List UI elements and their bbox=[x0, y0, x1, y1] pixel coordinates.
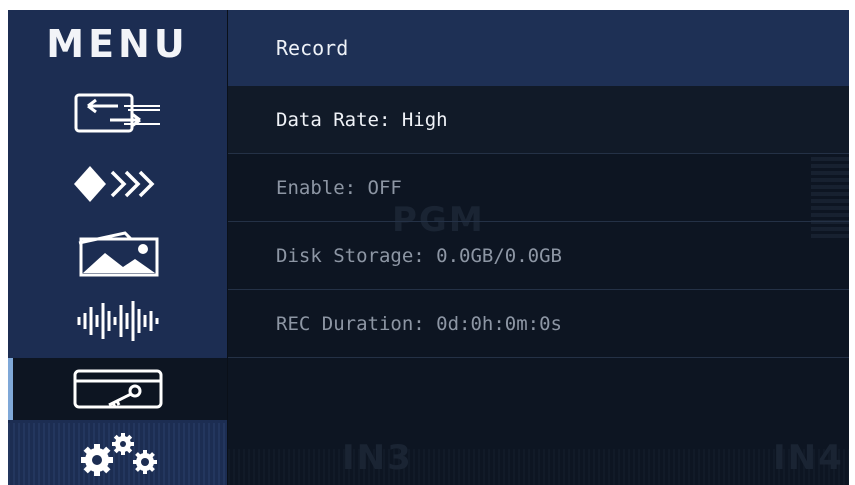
menu-row-label: Enable: OFF bbox=[276, 176, 402, 199]
in4-background-label: IN4 bbox=[773, 438, 844, 478]
sidebar-item-settings[interactable] bbox=[8, 423, 227, 485]
sidebar-item-input[interactable] bbox=[8, 82, 227, 144]
menu-title: MENU bbox=[46, 22, 189, 66]
device-screen: PGM IN3 IN4 MENU Record Data Rate: High … bbox=[8, 10, 849, 485]
menu-row-label: Data Rate: High bbox=[276, 108, 448, 131]
sidebar-item-audio[interactable] bbox=[8, 290, 227, 352]
input-switch-icon bbox=[74, 93, 160, 133]
picture-gallery-icon bbox=[78, 231, 158, 277]
transition-arrows-icon bbox=[73, 166, 154, 202]
selection-indicator bbox=[8, 358, 13, 420]
in3-background-label: IN3 bbox=[342, 438, 413, 478]
sidebar-item-picture[interactable] bbox=[8, 222, 227, 284]
settings-gears-icon bbox=[80, 433, 157, 476]
menu-sidebar: MENU bbox=[8, 10, 227, 485]
menu-row-label: Disk Storage: 0.0GB/0.0GB bbox=[276, 244, 562, 267]
sidebar-item-transition[interactable] bbox=[8, 153, 227, 215]
menu-row-enable[interactable]: Enable: OFF bbox=[228, 154, 849, 222]
recording-key-card-icon bbox=[73, 369, 162, 409]
menu-row-label: REC Duration: 0d:0h:0m:0s bbox=[276, 312, 562, 335]
audio-waveform-icon bbox=[77, 301, 158, 341]
sidebar-item-record[interactable] bbox=[8, 358, 227, 420]
panel-header: Record bbox=[228, 10, 849, 86]
panel-title: Record bbox=[276, 36, 349, 60]
menu-row-disk-storage[interactable]: Disk Storage: 0.0GB/0.0GB bbox=[228, 222, 849, 290]
menu-row-data-rate[interactable]: Data Rate: High bbox=[228, 86, 849, 154]
menu-row-rec-duration[interactable]: REC Duration: 0d:0h:0m:0s bbox=[228, 290, 849, 358]
multiview-strip-background bbox=[228, 449, 849, 485]
